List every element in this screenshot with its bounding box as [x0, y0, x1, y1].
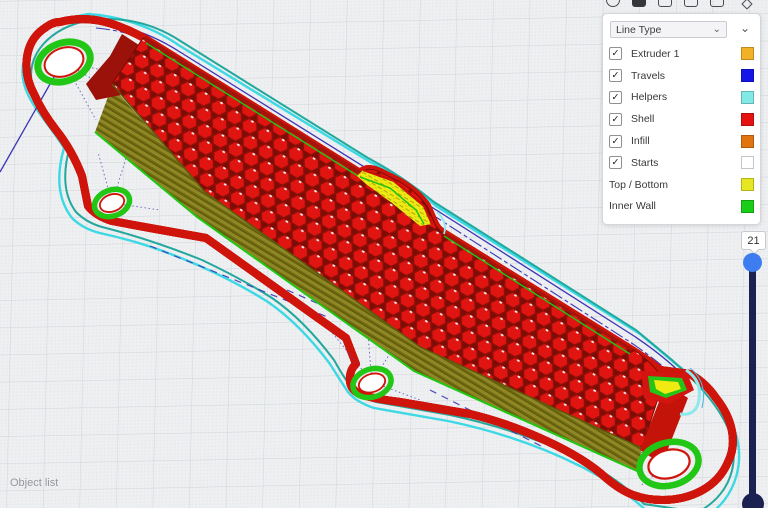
checkbox-infill[interactable]: ✓	[609, 134, 622, 148]
color-swatch-infill[interactable]	[741, 134, 754, 148]
checkbox-helpers[interactable]: ✓	[609, 90, 622, 104]
color-swatch-inner-wall[interactable]	[741, 199, 754, 213]
line-type-label: Line Type	[616, 23, 662, 36]
legend-row-helpers: ✓ Helpers	[603, 87, 760, 109]
line-type-dropdown[interactable]: Line Type ⌄	[610, 21, 727, 38]
legend-label: Helpers	[631, 91, 668, 104]
legend-row-infill: ✓ Infill	[603, 130, 760, 152]
legend-label: Shell	[631, 113, 655, 126]
legend-row-shell: ✓ Shell	[603, 108, 760, 130]
cube-solid-view-icon[interactable]	[632, 0, 646, 7]
object-list-toggle[interactable]: Object list	[10, 477, 58, 489]
cura-preview-window: Line Type ⌄ ⌄ ✓ Extruder 1 ✓ Travels ✓ H…	[0, 0, 768, 508]
legend-row-travels: ✓ Travels	[603, 65, 760, 87]
top-toolbar	[600, 0, 768, 14]
color-swatch-helpers[interactable]	[741, 90, 754, 104]
checkbox-travels[interactable]: ✓	[609, 69, 622, 83]
legend-row-extruder1: ✓ Extruder 1	[603, 43, 760, 65]
legend-label: Top / Bottom	[609, 178, 668, 191]
color-scheme-panel: Line Type ⌄ ⌄ ✓ Extruder 1 ✓ Travels ✓ H…	[602, 13, 761, 225]
checkbox-shell[interactable]: ✓	[609, 112, 622, 126]
cube-outline-view-icon-2[interactable]	[684, 0, 698, 7]
layer-number-tooltip: 21	[741, 231, 766, 250]
legend-row-top-bottom: Top / Bottom	[603, 174, 760, 196]
checkbox-extruder1[interactable]: ✓	[609, 47, 622, 61]
legend-label: Extruder 1	[631, 47, 680, 60]
checkbox-starts[interactable]: ✓	[609, 156, 622, 170]
legend-rows: ✓ Extruder 1 ✓ Travels ✓ Helpers ✓ Shell…	[603, 43, 760, 217]
legend-label: Starts	[631, 156, 659, 169]
legend-label: Infill	[631, 135, 650, 148]
orbit-view-icon[interactable]	[606, 0, 620, 7]
layer-slider-track[interactable]	[749, 262, 756, 508]
layer-slider-end-knob[interactable]	[742, 493, 764, 508]
legend-label: Travels	[631, 69, 666, 82]
color-swatch-extruder1[interactable]	[741, 47, 754, 61]
legend-label: Inner Wall	[609, 200, 656, 213]
layer-slider-handle[interactable]	[743, 253, 762, 272]
color-swatch-travels[interactable]	[741, 69, 754, 83]
panel-collapse-button[interactable]: ⌄	[737, 20, 753, 36]
color-swatch-shell[interactable]	[741, 112, 754, 126]
legend-row-inner-wall: Inner Wall	[603, 196, 760, 218]
color-swatch-top-bottom[interactable]	[741, 178, 754, 192]
legend-row-starts: ✓ Starts	[603, 152, 760, 174]
chevron-down-icon: ⌄	[712, 23, 721, 35]
diamond-icon[interactable]	[741, 0, 753, 10]
cube-outline-view-icon-3[interactable]	[710, 0, 724, 7]
chevron-down-icon: ⌄	[739, 21, 751, 35]
cube-outline-view-icon-1[interactable]	[658, 0, 672, 7]
color-swatch-starts[interactable]	[741, 156, 754, 170]
layer-number-value: 21	[747, 234, 760, 247]
